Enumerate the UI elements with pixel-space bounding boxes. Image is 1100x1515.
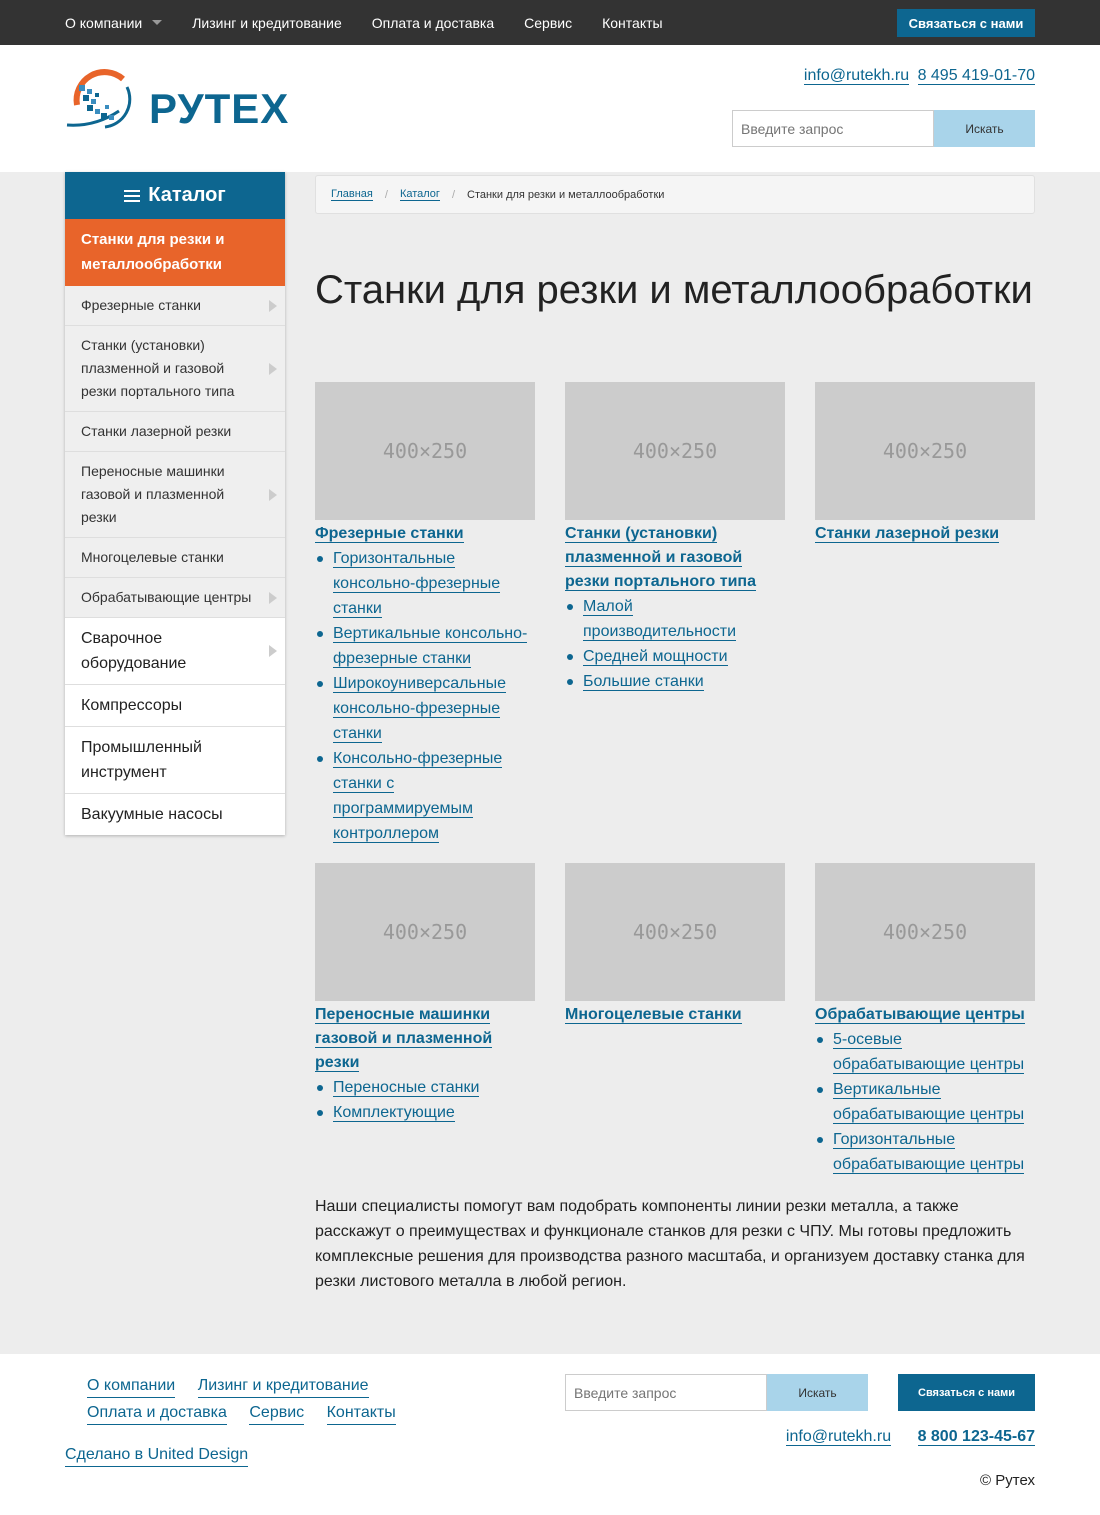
- top-nav-menu: О компании Лизинг и кредитование Оплата …: [65, 0, 693, 45]
- catalog-title: Каталог: [148, 184, 226, 206]
- category-card: 400×250 Станки лазерной резки: [815, 382, 1035, 546]
- category-card: 400×250 Станки (установки) плазменной и …: [565, 382, 785, 694]
- breadcrumb: Главная / Каталог / Станки для резки и м…: [315, 175, 1035, 214]
- copyright: © Рутех: [980, 1472, 1035, 1489]
- footer-link-contacts[interactable]: Контакты: [326, 1401, 396, 1425]
- header-search: Искать: [732, 110, 1035, 147]
- footer-email-link[interactable]: info@rutekh.ru: [785, 1428, 892, 1446]
- sidebar-subitem-milling[interactable]: Фрезерные станки: [65, 286, 285, 326]
- site-header: РУТЕХ info@rutekh.ru 8 495 419-01-70 Иск…: [0, 45, 1100, 172]
- card-sublist-item[interactable]: Горизонтальные обрабатывающие центры: [815, 1127, 1035, 1177]
- nav-item-contacts[interactable]: Контакты: [602, 15, 662, 31]
- sidebar-subitem-machining-centers[interactable]: Обрабатывающие центры: [65, 578, 285, 618]
- catalog-sidebar: Каталог Станки для резки и металлообрабо…: [65, 172, 285, 835]
- card-sublist-item[interactable]: Горизонтальные консольно-фрезерные станк…: [315, 546, 535, 621]
- card-title-link[interactable]: Многоцелевые станки: [565, 1006, 742, 1024]
- logo-text: РУТЕХ: [149, 85, 290, 132]
- footer-phone-link[interactable]: 8 800 123-45-67: [917, 1428, 1035, 1446]
- header-contacts: info@rutekh.ru 8 495 419-01-70: [800, 67, 1035, 85]
- category-card: 400×250 Переносные машинки газовой и пла…: [315, 863, 535, 1125]
- category-card: 400×250 Многоцелевые станки: [565, 863, 785, 1027]
- sidebar-subitem-plasma[interactable]: Станки (установки) плазменной и газовой …: [65, 326, 285, 412]
- page-title: Станки для резки и металлообработки: [315, 268, 1033, 312]
- footer-search-button[interactable]: Искать: [767, 1374, 868, 1411]
- category-description: Наши специалисты помогут вам подобрать к…: [315, 1198, 1025, 1290]
- card-sublist-item[interactable]: Вертикальные консольно-фрезерные станки: [315, 621, 535, 671]
- footer-link-leasing[interactable]: Лизинг и кредитование: [197, 1374, 369, 1398]
- sidebar-subitem-laser[interactable]: Станки лазерной резки: [65, 412, 285, 452]
- card-sublist: Переносные станки Комплектующие: [315, 1075, 535, 1125]
- footer-search: Искать: [565, 1374, 868, 1411]
- header-phone-link[interactable]: 8 495 419-01-70: [917, 67, 1035, 85]
- breadcrumb-current: Станки для резки и металлообработки: [467, 188, 665, 201]
- card-title-link[interactable]: Станки (установки) плазменной и газовой …: [565, 525, 756, 591]
- chevron-right-icon: [269, 362, 277, 375]
- card-sublist: Горизонтальные консольно-фрезерные станк…: [315, 546, 535, 846]
- card-image-placeholder[interactable]: 400×250: [565, 382, 785, 520]
- category-card: 400×250 Фрезерные станки Горизонтальные …: [315, 382, 535, 846]
- logo[interactable]: РУТЕХ: [65, 65, 290, 135]
- chevron-right-icon: [269, 488, 277, 501]
- card-title-link[interactable]: Обрабатывающие центры: [815, 1006, 1025, 1024]
- card-sublist-item[interactable]: Средней мощности: [565, 644, 785, 669]
- card-sublist: 5-осевые обрабатывающие центры Вертикаль…: [815, 1027, 1035, 1177]
- sidebar-item-tools[interactable]: Промышленный инструмент: [65, 727, 285, 794]
- card-sublist-item[interactable]: Комплектующие: [315, 1100, 535, 1125]
- footer-links: О компании Лизинг и кредитование Оплата …: [87, 1374, 417, 1428]
- chevron-right-icon: [269, 645, 277, 657]
- sidebar-subitem-multipurpose[interactable]: Многоцелевые станки: [65, 538, 285, 578]
- chevron-right-icon: [269, 591, 277, 604]
- card-sublist-item[interactable]: 5-осевые обрабатывающие центры: [815, 1027, 1035, 1077]
- card-image-placeholder[interactable]: 400×250: [815, 863, 1035, 1001]
- footer-contact-us-button[interactable]: Связаться с нами: [898, 1374, 1035, 1411]
- site-footer: О компании Лизинг и кредитование Оплата …: [0, 1354, 1100, 1515]
- breadcrumb-catalog[interactable]: Каталог: [399, 188, 440, 201]
- made-by-link[interactable]: Сделано в United Design: [65, 1444, 249, 1467]
- footer-link-about[interactable]: О компании: [87, 1374, 176, 1398]
- search-input[interactable]: [732, 110, 934, 147]
- nav-item-service[interactable]: Сервис: [524, 15, 572, 31]
- card-sublist-item[interactable]: Консольно-фрезерные станки с программиру…: [315, 746, 535, 846]
- card-sublist-item[interactable]: Большие станки: [565, 669, 785, 694]
- card-image-placeholder[interactable]: 400×250: [815, 382, 1035, 520]
- category-card: 400×250 Обрабатывающие центры 5-осевые о…: [815, 863, 1035, 1177]
- breadcrumb-separator: /: [451, 188, 455, 201]
- card-title-link[interactable]: Фрезерные станки: [315, 525, 464, 543]
- breadcrumb-separator: /: [384, 188, 388, 201]
- sidebar-subitem-portable[interactable]: Переносные машинки газовой и плазменной …: [65, 452, 285, 538]
- sidebar-item-vacuum-pumps[interactable]: Вакуумные насосы: [65, 794, 285, 835]
- footer-link-service[interactable]: Сервис: [249, 1401, 305, 1425]
- footer-search-input[interactable]: [565, 1374, 767, 1411]
- chevron-right-icon: [269, 299, 277, 312]
- chevron-down-icon: [152, 20, 163, 25]
- card-image-placeholder[interactable]: 400×250: [315, 382, 535, 520]
- card-sublist: Малой производительности Средней мощност…: [565, 594, 785, 694]
- card-sublist-item[interactable]: Широкоуниверсальные консольно-фрезерные …: [315, 671, 535, 746]
- nav-item-about[interactable]: О компании: [65, 15, 163, 31]
- footer-contacts: info@rutekh.ru 8 800 123-45-67: [785, 1428, 1035, 1446]
- contact-us-button[interactable]: Связаться с нами: [897, 9, 1035, 37]
- card-image-placeholder[interactable]: 400×250: [565, 863, 785, 1001]
- footer-link-payment[interactable]: Оплата и доставка: [87, 1401, 227, 1425]
- nav-item-leasing[interactable]: Лизинг и кредитование: [192, 15, 342, 31]
- card-sublist-item[interactable]: Вертикальные обрабатывающие центры: [815, 1077, 1035, 1127]
- search-button[interactable]: Искать: [934, 110, 1035, 147]
- sidebar-item-welding[interactable]: Сварочное оборудование: [65, 618, 285, 685]
- sidebar-item-compressors[interactable]: Компрессоры: [65, 685, 285, 727]
- catalog-header[interactable]: Каталог: [65, 172, 285, 219]
- card-image-placeholder[interactable]: 400×250: [315, 863, 535, 1001]
- nav-item-payment[interactable]: Оплата и доставка: [372, 15, 494, 31]
- breadcrumb-home[interactable]: Главная: [331, 188, 373, 201]
- card-title-link[interactable]: Переносные машинки газовой и плазменной …: [315, 1006, 493, 1072]
- top-navigation-bar: О компании Лизинг и кредитование Оплата …: [0, 0, 1100, 45]
- card-title-link[interactable]: Станки лазерной резки: [815, 525, 1000, 543]
- card-sublist-item[interactable]: Малой производительности: [565, 594, 785, 644]
- menu-icon: [124, 189, 141, 202]
- logo-icon: [66, 69, 132, 129]
- header-email-link[interactable]: info@rutekh.ru: [803, 67, 910, 85]
- card-sublist-item[interactable]: Переносные станки: [315, 1075, 535, 1100]
- sidebar-item-active[interactable]: Станки для резки и металлообработки: [65, 219, 285, 286]
